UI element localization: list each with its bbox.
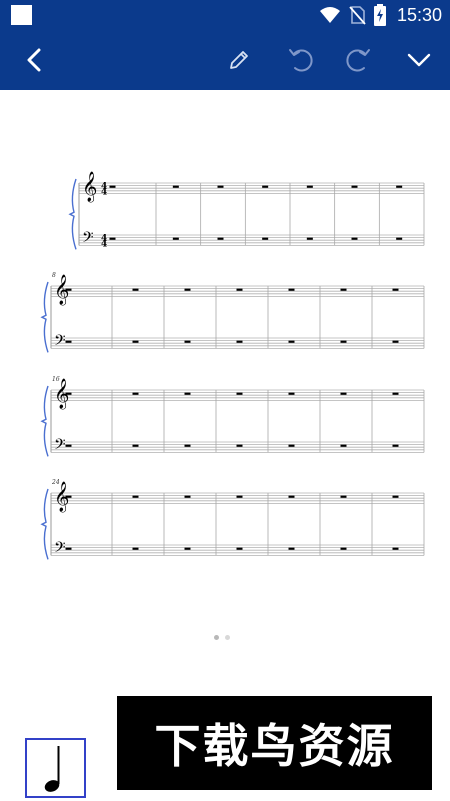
battery-charging-icon — [373, 4, 386, 26]
whole-rest — [65, 547, 72, 550]
whole-rest — [351, 185, 358, 188]
watermark-logo: 下载鸟资源 — [117, 696, 432, 790]
whole-rest — [340, 495, 347, 498]
whole-rest — [236, 495, 243, 498]
whole-rest — [65, 340, 72, 343]
whole-rest — [288, 392, 295, 395]
whole-rest — [288, 340, 295, 343]
whole-rest — [132, 392, 139, 395]
undo-button[interactable] — [282, 42, 318, 78]
whole-rest — [184, 288, 191, 291]
whole-rest — [132, 444, 139, 447]
whole-rest — [132, 288, 139, 291]
whole-rest — [172, 237, 179, 240]
bass-time-signature-bottom: 4 — [101, 240, 107, 250]
brace — [68, 178, 77, 250]
whole-rest — [351, 237, 358, 240]
whole-rest — [236, 444, 243, 447]
expand-button[interactable] — [401, 42, 437, 78]
brace — [40, 385, 49, 457]
whole-rest — [132, 547, 139, 550]
whole-rest — [392, 288, 399, 291]
whole-rest — [392, 495, 399, 498]
back-button[interactable] — [17, 42, 53, 78]
whole-rest — [396, 185, 403, 188]
page-dot[interactable] — [214, 635, 219, 640]
wifi-icon — [319, 7, 340, 23]
bass-clef-icon: 𝄢 — [82, 229, 94, 250]
measure-number: 24 — [51, 479, 60, 486]
whole-rest — [340, 340, 347, 343]
brace — [40, 488, 49, 560]
bass-clef-icon: 𝄢 — [54, 332, 66, 353]
whole-rest — [132, 495, 139, 498]
measure-number: 16 — [52, 376, 60, 383]
note-palette-button[interactable] — [25, 738, 86, 798]
redo-button[interactable] — [341, 42, 377, 78]
notification-square-icon — [11, 5, 32, 25]
whole-rest — [262, 237, 269, 240]
edit-pencil-icon — [230, 51, 248, 69]
whole-rest — [340, 444, 347, 447]
whole-rest — [288, 547, 295, 550]
back-icon — [27, 48, 41, 72]
whole-rest — [217, 185, 224, 188]
whole-rest — [65, 495, 72, 498]
whole-rest — [236, 340, 243, 343]
whole-rest — [392, 340, 399, 343]
whole-rest — [172, 185, 179, 188]
status-bar: 15:30 — [0, 0, 450, 30]
whole-rest — [184, 392, 191, 395]
score-canvas[interactable]: 𝄞𝄢4444𝄞𝄢8𝄞𝄢16𝄞𝄢24 — [0, 90, 450, 690]
whole-rest — [65, 392, 72, 395]
whole-rest — [262, 185, 269, 188]
whole-rest — [392, 444, 399, 447]
quarter-note-icon — [44, 746, 60, 792]
whole-rest — [288, 444, 295, 447]
whole-rest — [396, 237, 403, 240]
whole-rest — [184, 340, 191, 343]
whole-rest — [288, 495, 295, 498]
whole-rest — [288, 288, 295, 291]
treble-time-signature-bottom: 4 — [101, 188, 107, 198]
whole-rest — [184, 547, 191, 550]
no-sim-icon — [349, 6, 366, 25]
whole-rest — [236, 392, 243, 395]
whole-rest — [109, 237, 116, 240]
whole-rest — [392, 392, 399, 395]
whole-rest — [392, 547, 399, 550]
whole-rest — [340, 288, 347, 291]
brace — [40, 281, 49, 353]
toolbar — [0, 30, 450, 90]
whole-rest — [340, 392, 347, 395]
whole-rest — [109, 185, 116, 188]
status-time: 15:30 — [396, 4, 442, 25]
whole-rest — [65, 444, 72, 447]
page-dot[interactable] — [225, 635, 230, 640]
whole-rest — [65, 288, 72, 291]
whole-rest — [306, 185, 313, 188]
page-indicator — [214, 635, 230, 640]
bass-clef-icon: 𝄢 — [54, 436, 66, 457]
status-icons: 15:30 — [319, 3, 442, 27]
redo-icon — [346, 49, 370, 72]
bass-clef-icon: 𝄢 — [54, 539, 66, 560]
whole-rest — [236, 288, 243, 291]
treble-clef-icon: 𝄞 — [82, 171, 97, 203]
watermark-text: 下载鸟资源 — [154, 719, 395, 773]
edit-button[interactable] — [221, 42, 257, 78]
measure-number: 8 — [52, 272, 56, 279]
whole-rest — [132, 340, 139, 343]
whole-rest — [184, 444, 191, 447]
whole-rest — [236, 547, 243, 550]
whole-rest — [340, 547, 347, 550]
chevron-down-icon — [407, 53, 431, 67]
whole-rest — [306, 237, 313, 240]
undo-icon — [289, 49, 313, 72]
whole-rest — [217, 237, 224, 240]
whole-rest — [184, 495, 191, 498]
